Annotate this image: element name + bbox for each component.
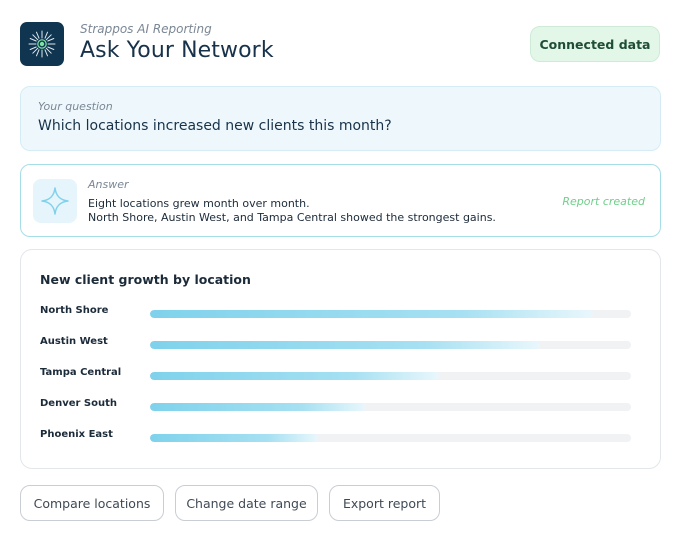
bar <box>150 310 593 318</box>
export-report-button[interactable]: Export report <box>329 485 440 521</box>
bar-track <box>150 310 631 318</box>
bar-label: Denver South <box>40 398 118 409</box>
question-card: Your question Which locations increased … <box>20 86 661 151</box>
report-status: Report created <box>562 195 645 208</box>
change-date-range-button[interactable]: Change date range <box>175 485 318 521</box>
bar <box>150 372 439 380</box>
bar <box>150 403 367 411</box>
bar-label: North Shore <box>40 305 109 316</box>
bar-label: Austin West <box>40 336 108 347</box>
chart-row: Phoenix East <box>21 426 660 446</box>
question-label: Your question <box>38 100 113 113</box>
connected-data-badge[interactable]: Connected data <box>530 26 660 62</box>
starburst-icon <box>28 30 56 58</box>
bar-track <box>150 341 631 349</box>
chart-row: Austin West <box>21 333 660 353</box>
sparkle-icon <box>33 179 77 223</box>
bar-track <box>150 403 631 411</box>
bar-label: Tampa Central <box>40 367 122 378</box>
bar-label: Phoenix East <box>40 429 113 440</box>
question-text: Which locations increased new clients th… <box>38 118 392 134</box>
page-title: Ask Your Network <box>80 38 274 63</box>
app-subtitle: Strappos AI Reporting <box>80 22 212 36</box>
chart-card: New client growth by location North Shor… <box>20 249 661 469</box>
bar-chart: North Shore Austin West Tampa Central Denve… <box>21 250 660 468</box>
bar <box>150 341 540 349</box>
answer-card: Answer Eight locations grew month over m… <box>20 164 661 237</box>
chart-row: Denver South <box>21 395 660 415</box>
bar-track <box>150 372 631 380</box>
answer-line-2: North Shore, Austin West, and Tampa Cent… <box>88 211 496 224</box>
chart-row: North Shore <box>21 302 660 322</box>
bar <box>150 434 319 442</box>
answer-label: Answer <box>88 178 129 191</box>
compare-locations-button[interactable]: Compare locations <box>20 485 164 521</box>
bar-track <box>150 434 631 442</box>
answer-line-1: Eight locations grew month over month. <box>88 197 310 210</box>
chart-row: Tampa Central <box>21 364 660 384</box>
app-logo-icon <box>20 22 64 66</box>
